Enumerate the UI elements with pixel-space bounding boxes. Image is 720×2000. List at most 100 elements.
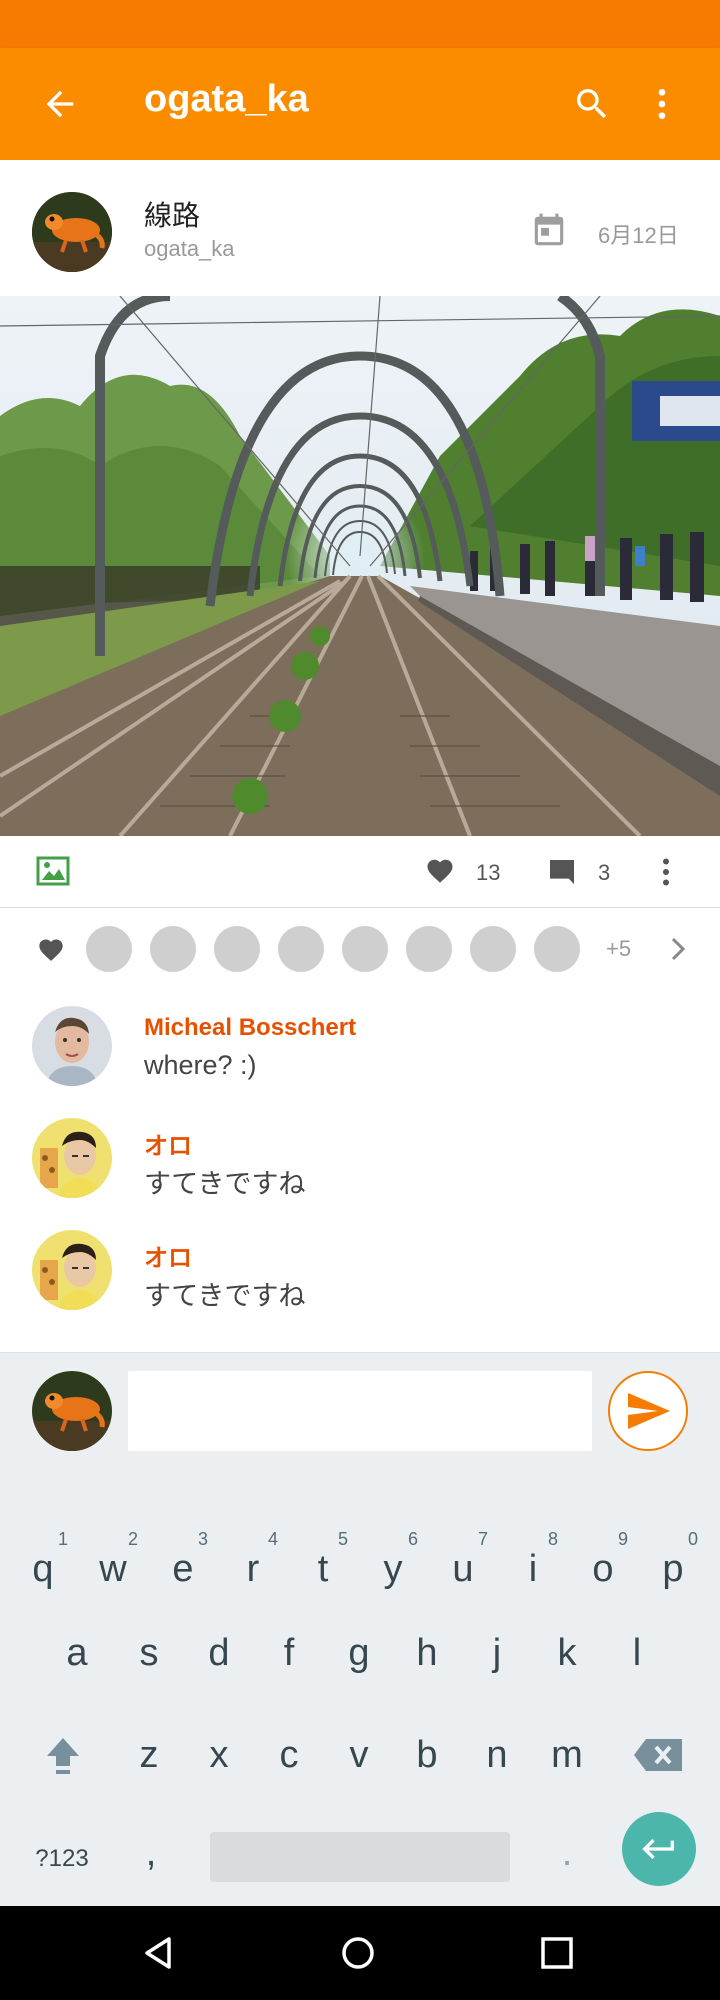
comment-item: オロ すてきですね: [0, 1214, 720, 1326]
key-o[interactable]: o9: [570, 1524, 636, 1614]
comment-text: すてきですね: [144, 1169, 306, 1199]
liker-avatar[interactable]: [470, 926, 516, 972]
key-label: u: [452, 1548, 474, 1590]
nav-recents-button[interactable]: [532, 1928, 582, 1978]
post-header: 線路 ogata_ka 6月12日: [0, 160, 720, 296]
key-hint: 8: [547, 1529, 558, 1549]
comment-item: オロ すてきですね: [0, 1102, 720, 1214]
comment-text: where? :): [144, 1050, 257, 1080]
key-label: r: [246, 1548, 260, 1590]
key-k[interactable]: k: [534, 1608, 600, 1698]
key-hint: 3: [197, 1529, 208, 1549]
likers-row[interactable]: +5: [0, 908, 720, 990]
key-g[interactable]: g: [326, 1608, 392, 1698]
key-label: t: [317, 1548, 329, 1590]
send-button[interactable]: [608, 1371, 688, 1451]
key-hint: 2: [127, 1529, 138, 1549]
key-label: q: [32, 1548, 54, 1590]
back-button[interactable]: [36, 80, 84, 128]
shift-icon: [47, 1738, 79, 1774]
key-v[interactable]: v: [326, 1710, 392, 1800]
key-f[interactable]: f: [256, 1608, 322, 1698]
key-m[interactable]: m: [534, 1710, 600, 1800]
key-z[interactable]: z: [116, 1710, 182, 1800]
post-photo[interactable]: [0, 296, 720, 836]
liker-avatar[interactable]: [214, 926, 260, 972]
shift-key[interactable]: [30, 1710, 96, 1800]
key-b[interactable]: b: [394, 1710, 460, 1800]
enter-key[interactable]: [622, 1812, 696, 1886]
key-q[interactable]: q1: [10, 1524, 76, 1614]
more-vert-icon[interactable]: [648, 854, 684, 890]
key-hint: 9: [617, 1529, 628, 1549]
key-hint: 5: [337, 1529, 348, 1549]
post-username: ogata_ka: [144, 236, 235, 261]
key-c[interactable]: c: [256, 1710, 322, 1800]
search-icon: [577, 89, 607, 119]
period-key[interactable]: .: [534, 1808, 600, 1898]
key-w[interactable]: w2: [80, 1524, 146, 1614]
key-hint: 0: [687, 1529, 698, 1549]
commenter-avatar[interactable]: [32, 1006, 112, 1086]
key-y[interactable]: y6: [360, 1524, 426, 1614]
liker-avatar[interactable]: [406, 926, 452, 972]
send-icon: [628, 1393, 670, 1429]
status-bar: [0, 0, 720, 48]
key-label: p: [662, 1548, 684, 1590]
nav-back-button[interactable]: [134, 1928, 184, 1978]
overflow-menu-button[interactable]: [638, 80, 686, 128]
comma-key[interactable]: ,: [118, 1808, 184, 1898]
nav-back-icon: [145, 1937, 171, 1969]
key-label: o: [592, 1548, 614, 1590]
comment-item: Micheal Bosschert where? :): [0, 990, 720, 1102]
key-r[interactable]: r4: [220, 1524, 286, 1614]
key-p[interactable]: p0: [640, 1524, 706, 1614]
key-i[interactable]: i8: [500, 1524, 566, 1614]
key-hint: 7: [477, 1529, 488, 1549]
commenter-avatar[interactable]: [32, 1118, 112, 1198]
commenter-name[interactable]: オロ: [144, 1238, 192, 1273]
commenter-name[interactable]: オロ: [144, 1126, 192, 1161]
app-bar: ogata_ka: [0, 48, 720, 160]
key-h[interactable]: h: [394, 1608, 460, 1698]
author-avatar[interactable]: [32, 192, 112, 272]
commenter-name[interactable]: Micheal Bosschert: [144, 1014, 356, 1042]
comment-count: 3: [598, 860, 611, 885]
key-e[interactable]: e3: [150, 1524, 216, 1614]
heart-icon[interactable]: [424, 856, 456, 886]
key-hint: 1: [57, 1529, 68, 1549]
comment-input[interactable]: [128, 1371, 592, 1451]
like-count: 13: [476, 860, 501, 885]
post-actions: 13 3: [0, 836, 720, 908]
nav-recents-icon: [541, 1937, 573, 1969]
chevron-right-icon[interactable]: [668, 936, 688, 962]
spacebar[interactable]: [210, 1832, 510, 1882]
key-t[interactable]: t5: [290, 1524, 356, 1614]
key-x[interactable]: x: [186, 1710, 252, 1800]
soft-keyboard: q1 w2 e3 r4 t5 y6 u7 i8 o9 p0 a s d f g …: [0, 1468, 720, 1906]
backspace-key[interactable]: [622, 1710, 694, 1800]
key-label: w: [99, 1548, 127, 1590]
key-d[interactable]: d: [186, 1608, 252, 1698]
liker-avatar[interactable]: [534, 926, 580, 972]
search-button[interactable]: [568, 80, 616, 128]
key-s[interactable]: s: [116, 1608, 182, 1698]
key-u[interactable]: u7: [430, 1524, 496, 1614]
liker-avatar[interactable]: [278, 926, 324, 972]
liker-avatar[interactable]: [86, 926, 132, 972]
arrow-back-icon: [46, 90, 74, 118]
comment-icon[interactable]: [546, 856, 578, 888]
symbols-key[interactable]: ?123: [24, 1814, 100, 1904]
key-label: e: [172, 1548, 194, 1590]
key-j[interactable]: j: [464, 1608, 530, 1698]
nav-home-button[interactable]: [333, 1928, 383, 1978]
key-a[interactable]: a: [44, 1608, 110, 1698]
system-nav-bar: [0, 1906, 720, 2000]
enter-icon: [642, 1839, 674, 1859]
key-n[interactable]: n: [464, 1710, 530, 1800]
image-icon[interactable]: [36, 856, 70, 886]
liker-avatar[interactable]: [342, 926, 388, 972]
key-l[interactable]: l: [604, 1608, 670, 1698]
commenter-avatar[interactable]: [32, 1230, 112, 1310]
liker-avatar[interactable]: [150, 926, 196, 972]
